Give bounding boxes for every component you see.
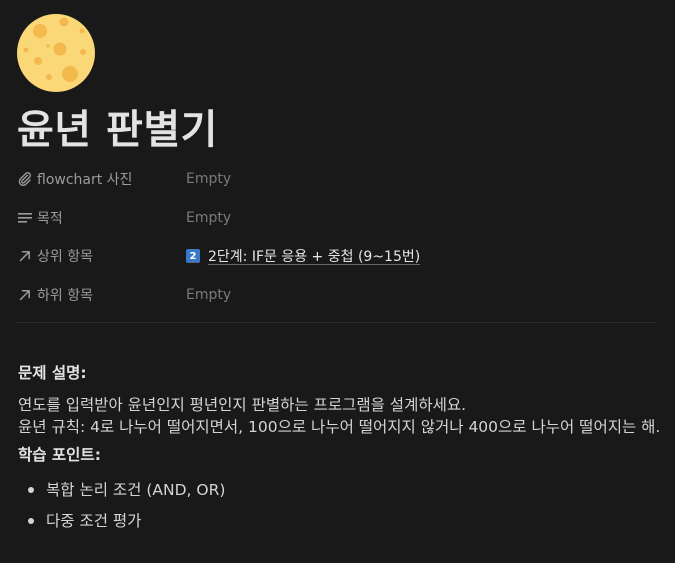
cheese-moon-icon[interactable] [17,14,95,92]
page-content: 문제 설명: 연도를 입력받아 윤년인지 평년인지 판별하는 프로그램을 설계하… [18,362,668,536]
text-lines-icon [17,210,33,226]
property-label: flowchart 사진 [37,172,133,189]
property-name[interactable]: 목적 [17,208,186,228]
bullet-icon [28,486,34,493]
property-name[interactable]: 상위 항목 [17,246,186,266]
parent-item-link[interactable]: 2 2단계: IF문 응용 + 중첩 (9~15번) [186,246,420,266]
paperclip-icon [17,171,33,187]
property-value[interactable]: Empty [186,210,231,226]
list-item[interactable]: 다중 조건 평가 [18,505,668,536]
relation-arrow-icon [17,248,33,264]
property-row-purpose[interactable]: 목적 Empty [17,199,657,238]
property-value[interactable]: Empty [186,171,231,187]
property-row-flowchart[interactable]: flowchart 사진 Empty [17,160,657,199]
property-name[interactable]: flowchart 사진 [17,169,186,189]
bullet-icon [28,517,34,524]
divider [17,322,657,323]
property-label: 하위 항목 [37,287,93,304]
parent-item-title: 2단계: IF문 응용 + 중첩 (9~15번) [208,249,421,266]
learning-heading[interactable]: 학습 포인트: [18,444,668,466]
property-label: 목적 [37,210,63,227]
relation-arrow-icon [17,287,33,303]
property-value[interactable]: Empty [186,287,231,303]
list-item-text: 다중 조건 평가 [46,511,142,530]
properties-panel: flowchart 사진 Empty 목적 Empty 상위 항목 2 2단계:… [17,160,657,314]
property-row-parent[interactable]: 상위 항목 2 2단계: IF문 응용 + 중첩 (9~15번) [17,237,657,276]
learning-points-list: 복합 논리 조건 (AND, OR) 다중 조건 평가 [18,474,668,536]
problem-line[interactable]: 연도를 입력받아 윤년인지 평년인지 판별하는 프로그램을 설계하세요. [18,394,668,416]
property-row-child[interactable]: 하위 항목 Empty [17,276,657,315]
keycap-number-icon: 2 [186,249,200,264]
page-title[interactable]: 윤년 판별기 [17,104,218,156]
problem-heading[interactable]: 문제 설명: [18,362,668,384]
list-item[interactable]: 복합 논리 조건 (AND, OR) [18,474,668,505]
list-item-text: 복합 논리 조건 (AND, OR) [46,480,226,499]
problem-line[interactable]: 윤년 규칙: 4로 나누어 떨어지면서, 100으로 나누어 떨어지지 않거나 … [18,416,668,438]
property-name[interactable]: 하위 항목 [17,285,186,305]
property-label: 상위 항목 [37,249,93,266]
